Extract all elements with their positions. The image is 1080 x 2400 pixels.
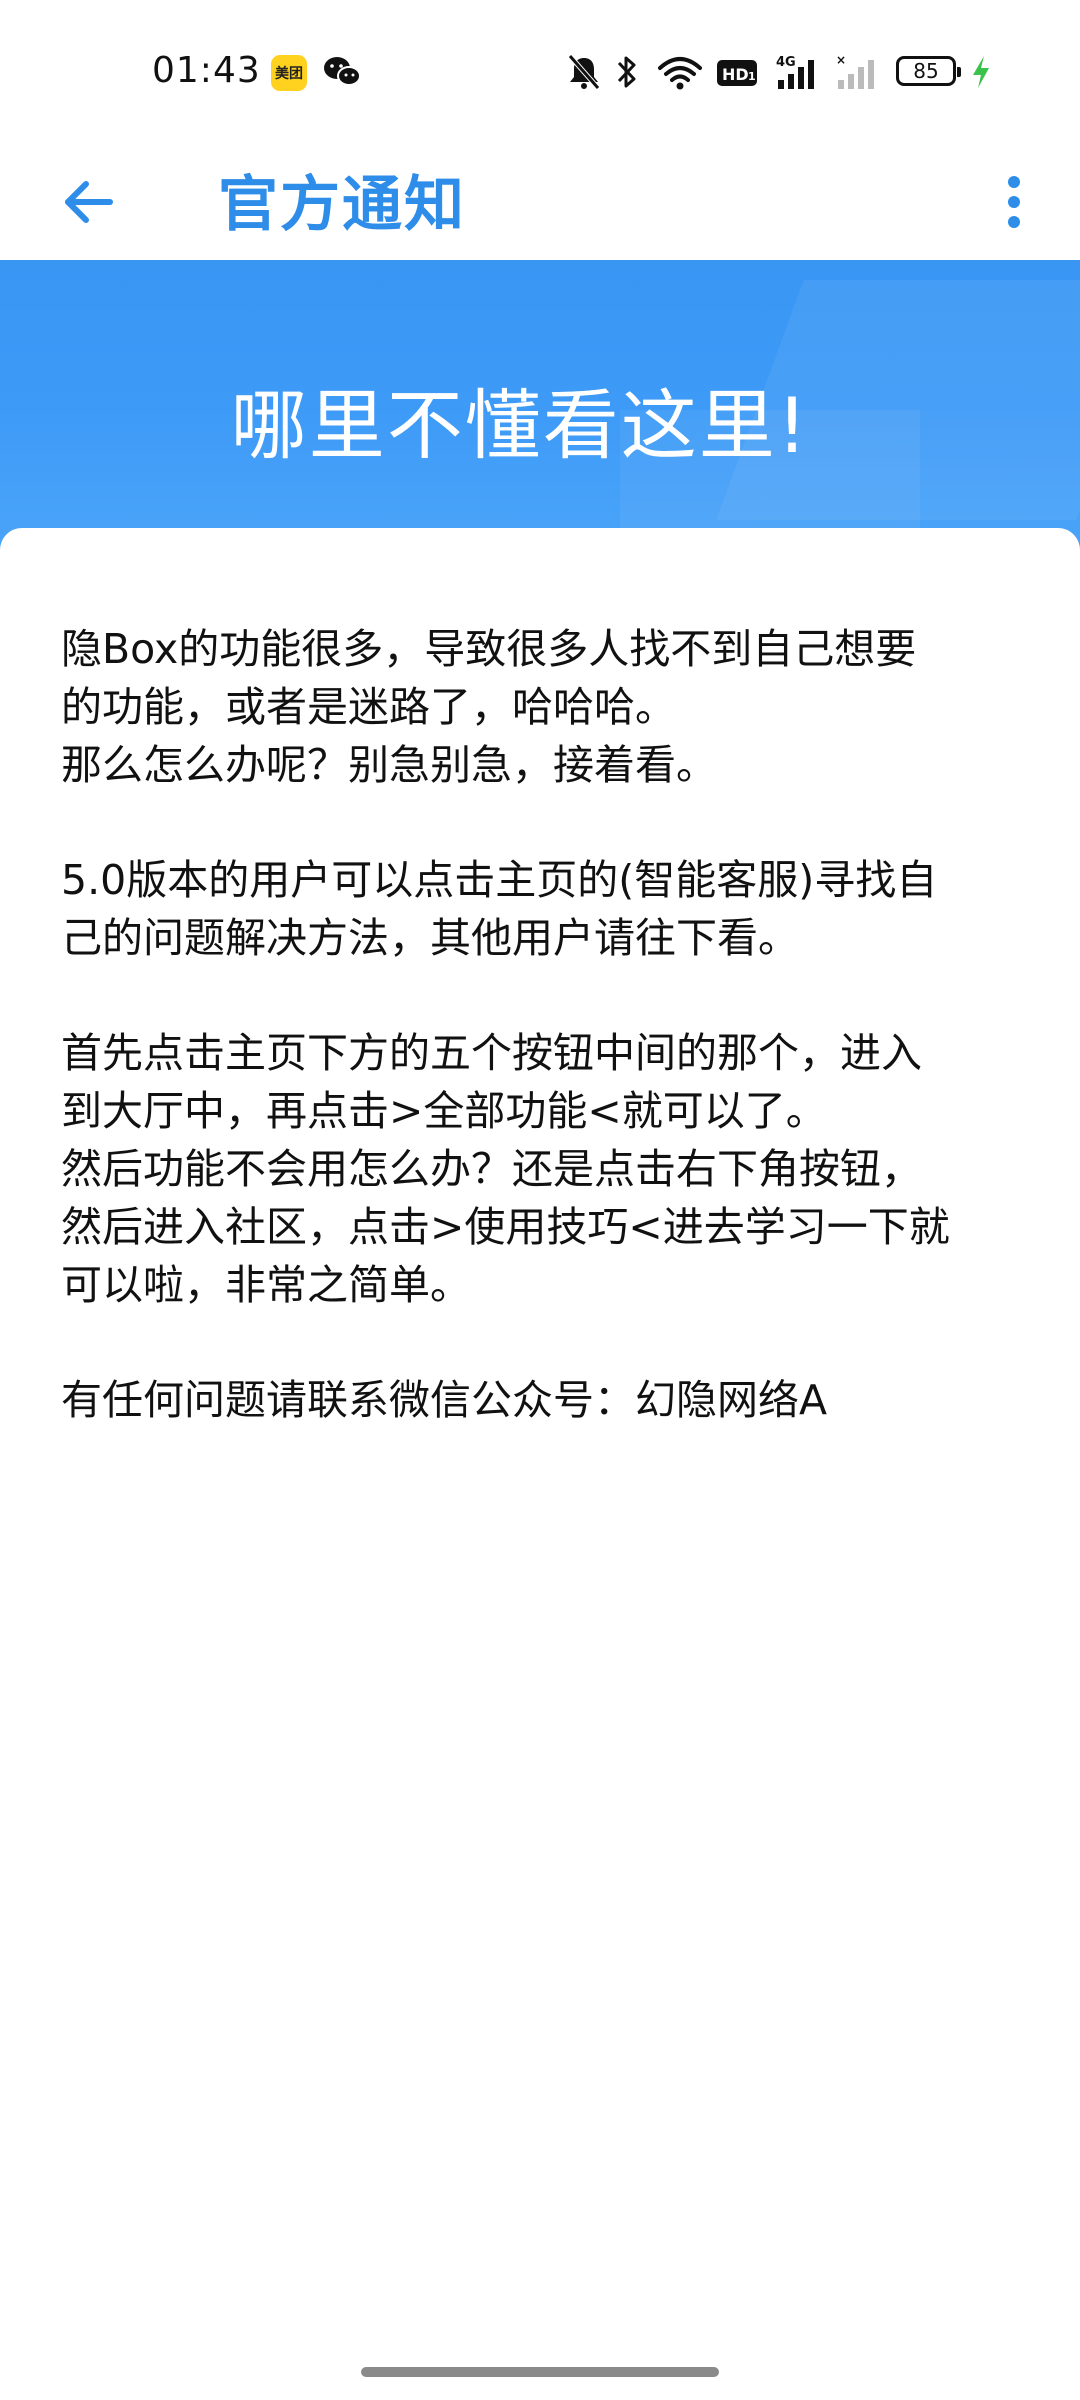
status-bar: 01:43 美团 HD 1 4G × 85 — [0, 0, 1080, 140]
notice-line: 己的问题解决方法，其他用户请往下看。 — [61, 914, 799, 962]
status-time: 01:43 — [152, 50, 261, 91]
mute-bell-icon — [566, 52, 602, 92]
meituan-icon: 美团 — [271, 55, 307, 91]
notice-line: 然后进入社区，点击>使用技巧<进去学习一下就 — [61, 1203, 950, 1251]
notice-content-card: 隐Box的功能很多，导致很多人找不到自己想要 的功能，或者是迷路了，哈哈哈。 那… — [0, 528, 1080, 2400]
notice-line: 那么怎么办呢？别急别急，接着看。 — [61, 741, 717, 789]
charging-bolt-icon — [970, 52, 992, 92]
notice-paragraph: 隐Box的功能很多，导致很多人找不到自己想要 的功能，或者是迷路了，哈哈哈。 那… — [61, 620, 1021, 794]
notice-line: 的功能，或者是迷路了，哈哈哈。 — [61, 683, 676, 731]
notice-banner: 哪里不懂看这里! — [0, 260, 1080, 550]
notice-line: 5.0版本的用户可以点击主页的(智能客服)寻找自 — [61, 856, 938, 904]
notice-paragraph: 首先点击主页下方的五个按钮中间的那个，进入 到大厅中，再点击>全部功能<就可以了… — [61, 1024, 1021, 1314]
bluetooth-icon — [614, 52, 640, 92]
svg-text:1: 1 — [748, 70, 756, 83]
hd-icon: HD 1 — [716, 52, 758, 92]
wifi-icon — [656, 52, 704, 92]
back-button[interactable] — [48, 162, 128, 242]
more-vert-icon — [1008, 176, 1020, 228]
notice-line: 到大厅中，再点击>全部功能<就可以了。 — [61, 1087, 827, 1135]
wechat-icon — [322, 55, 362, 89]
svg-text:×: × — [836, 53, 846, 67]
page-title: 官方通知 — [218, 170, 466, 240]
notice-body: 隐Box的功能很多，导致很多人找不到自己想要 的功能，或者是迷路了，哈哈哈。 那… — [61, 620, 1021, 1486]
svg-text:HD: HD — [722, 65, 749, 84]
notice-line: 然后功能不会用怎么办？还是点击右下角按钮， — [61, 1145, 922, 1193]
notice-line: 可以啦，非常之简单。 — [61, 1261, 471, 1309]
app-bar: 官方通知 — [0, 140, 1080, 260]
notice-paragraph: 5.0版本的用户可以点击主页的(智能客服)寻找自 己的问题解决方法，其他用户请往… — [61, 851, 1021, 967]
banner-headline: 哪里不懂看这里! — [230, 381, 810, 470]
contact-line: 有任何问题请联系微信公众号：幻隐网络A — [61, 1376, 828, 1424]
notice-line: 首先点击主页下方的五个按钮中间的那个，进入 — [61, 1029, 922, 1077]
gesture-nav-handle[interactable] — [361, 2367, 719, 2377]
signal-no-sim-icon: × — [834, 52, 882, 92]
battery-icon: 85 — [896, 56, 961, 86]
arrow-left-icon — [65, 181, 113, 223]
notice-line: 隐Box的功能很多，导致很多人找不到自己想要 — [61, 625, 917, 673]
notice-paragraph: 有任何问题请联系微信公众号：幻隐网络A — [61, 1371, 1021, 1429]
more-options-button[interactable] — [990, 162, 1038, 242]
svg-text:4G: 4G — [776, 55, 796, 70]
signal-4g-icon: 4G — [774, 52, 826, 92]
